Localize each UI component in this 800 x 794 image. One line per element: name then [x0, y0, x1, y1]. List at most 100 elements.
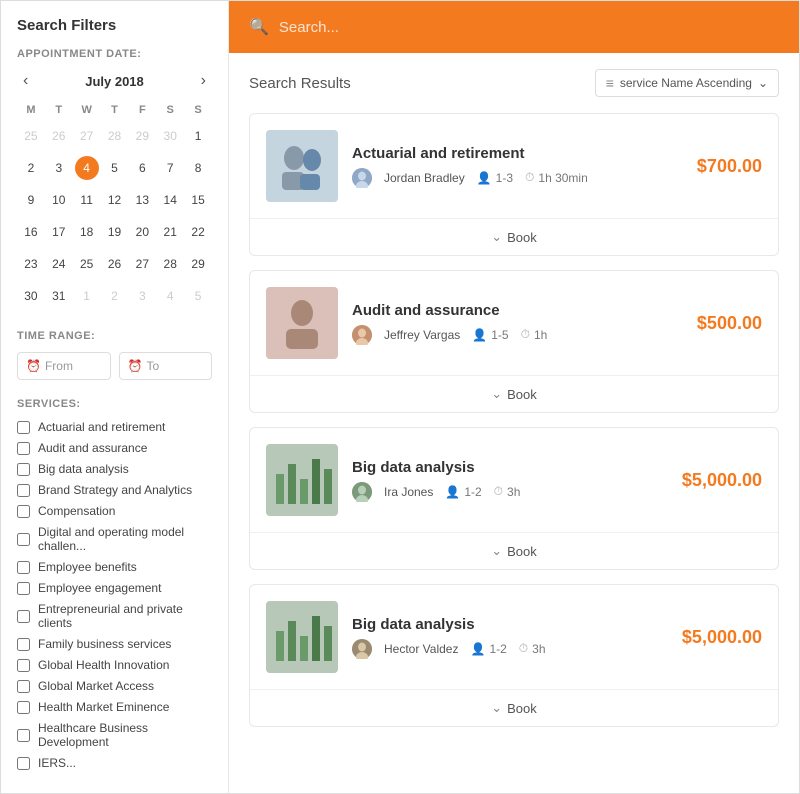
calendar-day[interactable]: 3: [128, 280, 156, 312]
calendar-day[interactable]: 29: [128, 120, 156, 152]
capacity-info: 👤1-5: [472, 328, 508, 342]
service-filter-item[interactable]: Actuarial and retirement: [17, 420, 212, 434]
sidebar: Search Filters APPOINTMENT DATE: ‹ July …: [1, 1, 229, 793]
calendar-day[interactable]: 19: [101, 216, 129, 248]
service-filter-item[interactable]: Digital and operating model challen...: [17, 525, 212, 553]
calendar-day[interactable]: 2: [17, 152, 45, 184]
calendar-day[interactable]: 26: [101, 248, 129, 280]
calendar-day[interactable]: 31: [45, 280, 73, 312]
service-filter-item[interactable]: Big data analysis: [17, 462, 212, 476]
sort-dropdown[interactable]: ≡ service Name Ascending ⌄: [595, 69, 779, 97]
service-filter-item[interactable]: Global Market Access: [17, 679, 212, 693]
service-checkbox[interactable]: [17, 582, 30, 595]
search-icon: 🔍: [249, 17, 269, 37]
service-filter-item[interactable]: Brand Strategy and Analytics: [17, 483, 212, 497]
service-checkbox[interactable]: [17, 701, 30, 714]
calendar-day[interactable]: 17: [45, 216, 73, 248]
service-filter-item[interactable]: IERS...: [17, 756, 212, 770]
service-checkbox[interactable]: [17, 463, 30, 476]
to-placeholder: To: [146, 359, 159, 373]
card-meta: Ira Jones👤1-2⏱3h: [352, 482, 668, 502]
service-filter-item[interactable]: Global Health Innovation: [17, 658, 212, 672]
calendar-day-header: W: [73, 100, 101, 120]
service-filter-item[interactable]: Healthcare Business Development: [17, 721, 212, 749]
service-checkbox[interactable]: [17, 533, 30, 546]
service-filter-item[interactable]: Health Market Eminence: [17, 700, 212, 714]
calendar-day[interactable]: 22: [184, 216, 212, 248]
calendar-day-header: M: [17, 100, 45, 120]
calendar-day[interactable]: 4: [73, 152, 101, 184]
calendar-day[interactable]: 16: [17, 216, 45, 248]
calendar-day[interactable]: 24: [45, 248, 73, 280]
service-checkbox[interactable]: [17, 680, 30, 693]
calendar-day[interactable]: 13: [128, 184, 156, 216]
to-input[interactable]: ⏰ To: [119, 352, 213, 380]
calendar-day[interactable]: 29: [184, 248, 212, 280]
service-checkbox[interactable]: [17, 421, 30, 434]
calendar-day[interactable]: 23: [17, 248, 45, 280]
calendar-day[interactable]: 25: [73, 248, 101, 280]
card-main: Big data analysisIra Jones👤1-2⏱3h$5,000.…: [250, 428, 778, 532]
service-filter-item[interactable]: Compensation: [17, 504, 212, 518]
calendar-day[interactable]: 6: [128, 152, 156, 184]
service-checkbox[interactable]: [17, 757, 30, 770]
service-checkbox[interactable]: [17, 729, 30, 742]
calendar-day[interactable]: 27: [73, 120, 101, 152]
calendar-day[interactable]: 9: [17, 184, 45, 216]
calendar-grid: MTWTFSS252627282930123456789101112131415…: [17, 100, 212, 312]
calendar-day[interactable]: 27: [128, 248, 156, 280]
calendar-day[interactable]: 14: [156, 184, 184, 216]
card-footer: ⌄ Book: [250, 532, 778, 569]
calendar-day[interactable]: 5: [184, 280, 212, 312]
service-title: Audit and assurance: [352, 302, 683, 319]
calendar-day[interactable]: 12: [101, 184, 129, 216]
provider-avatar: [352, 168, 372, 188]
service-checkbox[interactable]: [17, 442, 30, 455]
service-checkbox[interactable]: [17, 484, 30, 497]
calendar-day[interactable]: 18: [73, 216, 101, 248]
book-button[interactable]: ⌄ Book: [491, 386, 537, 402]
calendar-day[interactable]: 7: [156, 152, 184, 184]
service-checkbox[interactable]: [17, 610, 30, 623]
calendar-day[interactable]: 3: [45, 152, 73, 184]
service-filter-item[interactable]: Employee engagement: [17, 581, 212, 595]
calendar-day[interactable]: 25: [17, 120, 45, 152]
from-input[interactable]: ⏰ From: [17, 352, 111, 380]
calendar-day[interactable]: 8: [184, 152, 212, 184]
service-image: [266, 444, 338, 516]
calendar-day[interactable]: 21: [156, 216, 184, 248]
book-button[interactable]: ⌄ Book: [491, 543, 537, 559]
calendar-day[interactable]: 11: [73, 184, 101, 216]
book-button[interactable]: ⌄ Book: [491, 700, 537, 716]
service-checkbox[interactable]: [17, 638, 30, 651]
service-filter-item[interactable]: Entrepreneurial and private clients: [17, 602, 212, 630]
card-footer: ⌄ Book: [250, 375, 778, 412]
search-input[interactable]: [279, 19, 779, 36]
calendar-day[interactable]: 28: [156, 248, 184, 280]
calendar-day[interactable]: 26: [45, 120, 73, 152]
service-checkbox[interactable]: [17, 659, 30, 672]
calendar-day[interactable]: 30: [17, 280, 45, 312]
book-label: Book: [507, 387, 537, 402]
service-filter-item[interactable]: Employee benefits: [17, 560, 212, 574]
services-label: SERVICES:: [17, 398, 212, 410]
calendar-day[interactable]: 1: [184, 120, 212, 152]
calendar-day[interactable]: 5: [101, 152, 129, 184]
calendar-day[interactable]: 10: [45, 184, 73, 216]
service-checkbox[interactable]: [17, 561, 30, 574]
calendar-prev-button[interactable]: ‹: [17, 70, 34, 92]
calendar-day[interactable]: 28: [101, 120, 129, 152]
calendar-day[interactable]: 15: [184, 184, 212, 216]
card-content: Actuarial and retirementJordan Bradley👤1…: [352, 145, 683, 188]
calendar-day[interactable]: 1: [73, 280, 101, 312]
book-button[interactable]: ⌄ Book: [491, 229, 537, 245]
calendar-day[interactable]: 4: [156, 280, 184, 312]
service-filter-item[interactable]: Audit and assurance: [17, 441, 212, 455]
service-filter-item[interactable]: Family business services: [17, 637, 212, 651]
calendar-day[interactable]: 2: [101, 280, 129, 312]
calendar-day[interactable]: 20: [128, 216, 156, 248]
service-checkbox[interactable]: [17, 505, 30, 518]
calendar-next-button[interactable]: ›: [195, 70, 212, 92]
results-area: Search Results ≡ service Name Ascending …: [229, 53, 799, 793]
calendar-day[interactable]: 30: [156, 120, 184, 152]
